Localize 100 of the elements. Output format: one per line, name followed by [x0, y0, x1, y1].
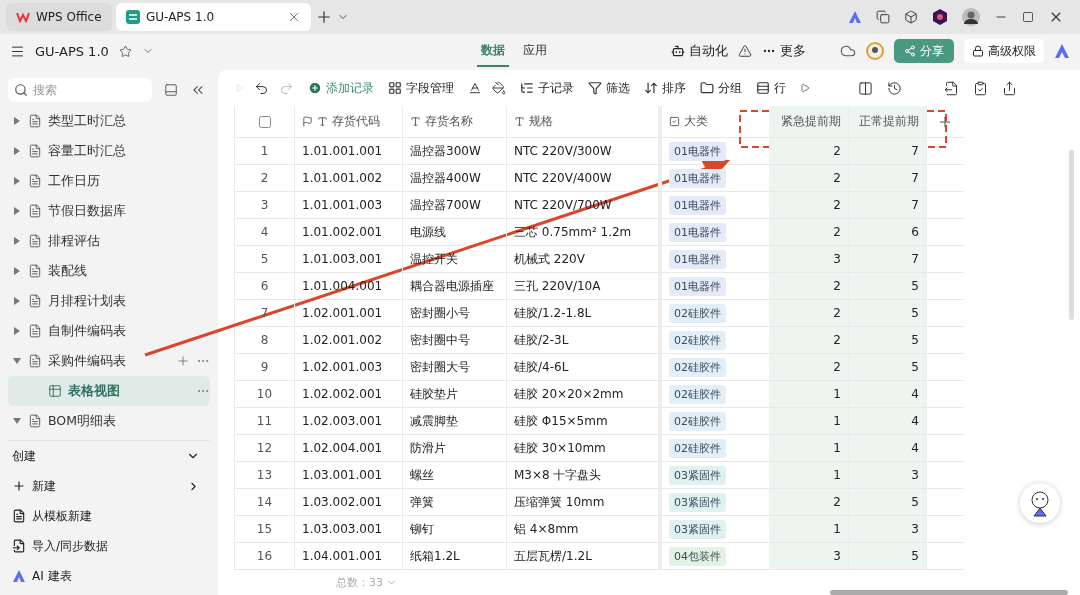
sidebar-item[interactable]: 月排程计划表: [8, 286, 210, 316]
table-cell: 耦合器电源插座: [403, 273, 507, 300]
table-cell: 1.03.002.001: [295, 489, 403, 516]
cube-icon[interactable]: [904, 10, 918, 24]
sidebar-item[interactable]: 节假日数据库: [8, 196, 210, 226]
caret-right-icon[interactable]: [12, 327, 22, 335]
category-tag: 03紧固件: [669, 465, 726, 485]
category-tag: 02硅胶件: [669, 438, 726, 458]
browser-tab[interactable]: GU-APS 1.0: [116, 3, 311, 31]
caret-right-icon[interactable]: [12, 177, 22, 185]
export-icon[interactable]: [944, 80, 959, 96]
caret-right-icon[interactable]: [12, 237, 22, 245]
more-button[interactable]: 更多: [762, 42, 806, 60]
sheet-icon: [28, 414, 42, 428]
toolbar-button[interactable]: 字段管理: [388, 79, 454, 97]
row-number: 9: [235, 354, 295, 381]
star-icon[interactable]: [118, 44, 132, 58]
caret-right-icon[interactable]: [12, 117, 22, 125]
toolbar-button[interactable]: 筛选: [588, 79, 630, 97]
row-number: 4: [235, 219, 295, 246]
column-header[interactable]: 存货名称: [425, 113, 473, 131]
sidebar-item[interactable]: 采购件编码表: [8, 346, 210, 376]
table-cell: 硅胶/2-3L: [507, 327, 659, 354]
avatar[interactable]: [962, 8, 980, 26]
expand-icon[interactable]: [800, 83, 810, 94]
fill-color-icon[interactable]: [492, 81, 506, 96]
sidebar-item[interactable]: 排程评估: [8, 226, 210, 256]
caret-right-icon[interactable]: [12, 207, 22, 215]
category-tag: 01电器件: [669, 276, 726, 296]
browser-tab[interactable]: WPS Office: [6, 3, 112, 31]
column-header[interactable]: 存货代码: [332, 113, 380, 131]
toolbar-button[interactable]: 排序: [644, 79, 686, 97]
create-item[interactable]: 新建: [8, 471, 210, 501]
toolbar-button[interactable]: 分组: [700, 79, 742, 97]
create-item[interactable]: 从模板新建: [8, 501, 210, 531]
panel-icon[interactable]: [164, 83, 178, 97]
table-cell: 1.04.001.001: [295, 543, 403, 570]
sidebar-item[interactable]: 容量工时汇总: [8, 136, 210, 166]
maximize-icon[interactable]: [1022, 11, 1034, 23]
clipboard-icon[interactable]: [973, 80, 988, 96]
create-item[interactable]: 导入/同步数据: [8, 531, 210, 561]
caret-right-icon[interactable]: [12, 147, 22, 155]
undo-icon[interactable]: [254, 80, 269, 96]
scrollbar[interactable]: [1069, 150, 1074, 320]
category-tag: 02硅胶件: [669, 330, 726, 350]
sidebar-item[interactable]: 装配线: [8, 256, 210, 286]
assistant-button[interactable]: [1020, 483, 1060, 523]
permissions-button[interactable]: 高级权限: [964, 39, 1044, 63]
toolbar-button[interactable]: 行: [756, 79, 786, 97]
share-icon[interactable]: [1002, 80, 1017, 96]
toolbar-button[interactable]: 添加记录: [308, 79, 374, 97]
checkbox[interactable]: [258, 115, 271, 128]
sidebar-item[interactable]: 类型工时汇总: [8, 106, 210, 136]
table-cell: 3: [769, 543, 849, 570]
menu-icon[interactable]: [10, 43, 25, 59]
sidebar-item[interactable]: 工作日历: [8, 166, 210, 196]
table-cell: 温控器400W: [403, 165, 507, 192]
table-cell: NTC 220V/300W: [507, 138, 659, 165]
app-icon[interactable]: [932, 9, 948, 25]
caret-right-icon[interactable]: [12, 267, 22, 275]
category-tag: 01电器件: [669, 249, 726, 269]
text-color-icon[interactable]: [468, 81, 482, 96]
table-cell: 5: [849, 543, 927, 570]
section-header[interactable]: 创建: [8, 441, 210, 471]
new-tab-icon[interactable]: [315, 8, 333, 26]
logo-icon[interactable]: [848, 11, 862, 23]
table-cell: 6: [849, 219, 927, 246]
table-cell: 硅胶垫片: [403, 381, 507, 408]
view-tab[interactable]: 应用: [519, 35, 551, 67]
sort-icon: [644, 81, 658, 96]
column-header[interactable]: 大类: [684, 113, 708, 131]
create-item[interactable]: AI 建表: [8, 561, 210, 591]
caret-down-icon[interactable]: [12, 417, 22, 425]
table-cell: 密封圈中号: [403, 327, 507, 354]
table-cell: 硅胶 Φ15×5mm: [507, 408, 659, 435]
column-header[interactable]: 规格: [529, 113, 553, 131]
table-cell: 防滑片: [403, 435, 507, 462]
table-cell: 1: [769, 408, 849, 435]
scrollbar[interactable]: [830, 590, 1068, 595]
view-tab[interactable]: 数据: [477, 35, 509, 67]
toolbar-button[interactable]: 子记录: [520, 79, 574, 97]
sidebar-item[interactable]: 表格视图: [8, 376, 210, 406]
caret-down-icon[interactable]: [12, 357, 22, 365]
table-cell: 2: [769, 327, 849, 354]
table-cell: 5: [849, 327, 927, 354]
layout-icon[interactable]: [858, 80, 873, 96]
logo-icon[interactable]: [1054, 44, 1070, 58]
table-cell: 1.01.001.001: [295, 138, 403, 165]
table-cell: 1.01.002.001: [295, 219, 403, 246]
search-icon: [14, 83, 28, 97]
table-cell: 硅胶/1.2-1.8L: [507, 300, 659, 327]
copy-icon[interactable]: [876, 10, 890, 24]
avatar[interactable]: [866, 42, 884, 60]
history-icon[interactable]: [887, 80, 902, 96]
automation-button[interactable]: 自动化: [671, 42, 728, 60]
caret-right-icon[interactable]: [12, 297, 22, 305]
sidebar-item[interactable]: BOM明细表: [8, 406, 210, 436]
sheet-icon: [28, 294, 42, 308]
close-icon[interactable]: [287, 10, 301, 24]
sidebar-item[interactable]: 自制件编码表: [8, 316, 210, 346]
